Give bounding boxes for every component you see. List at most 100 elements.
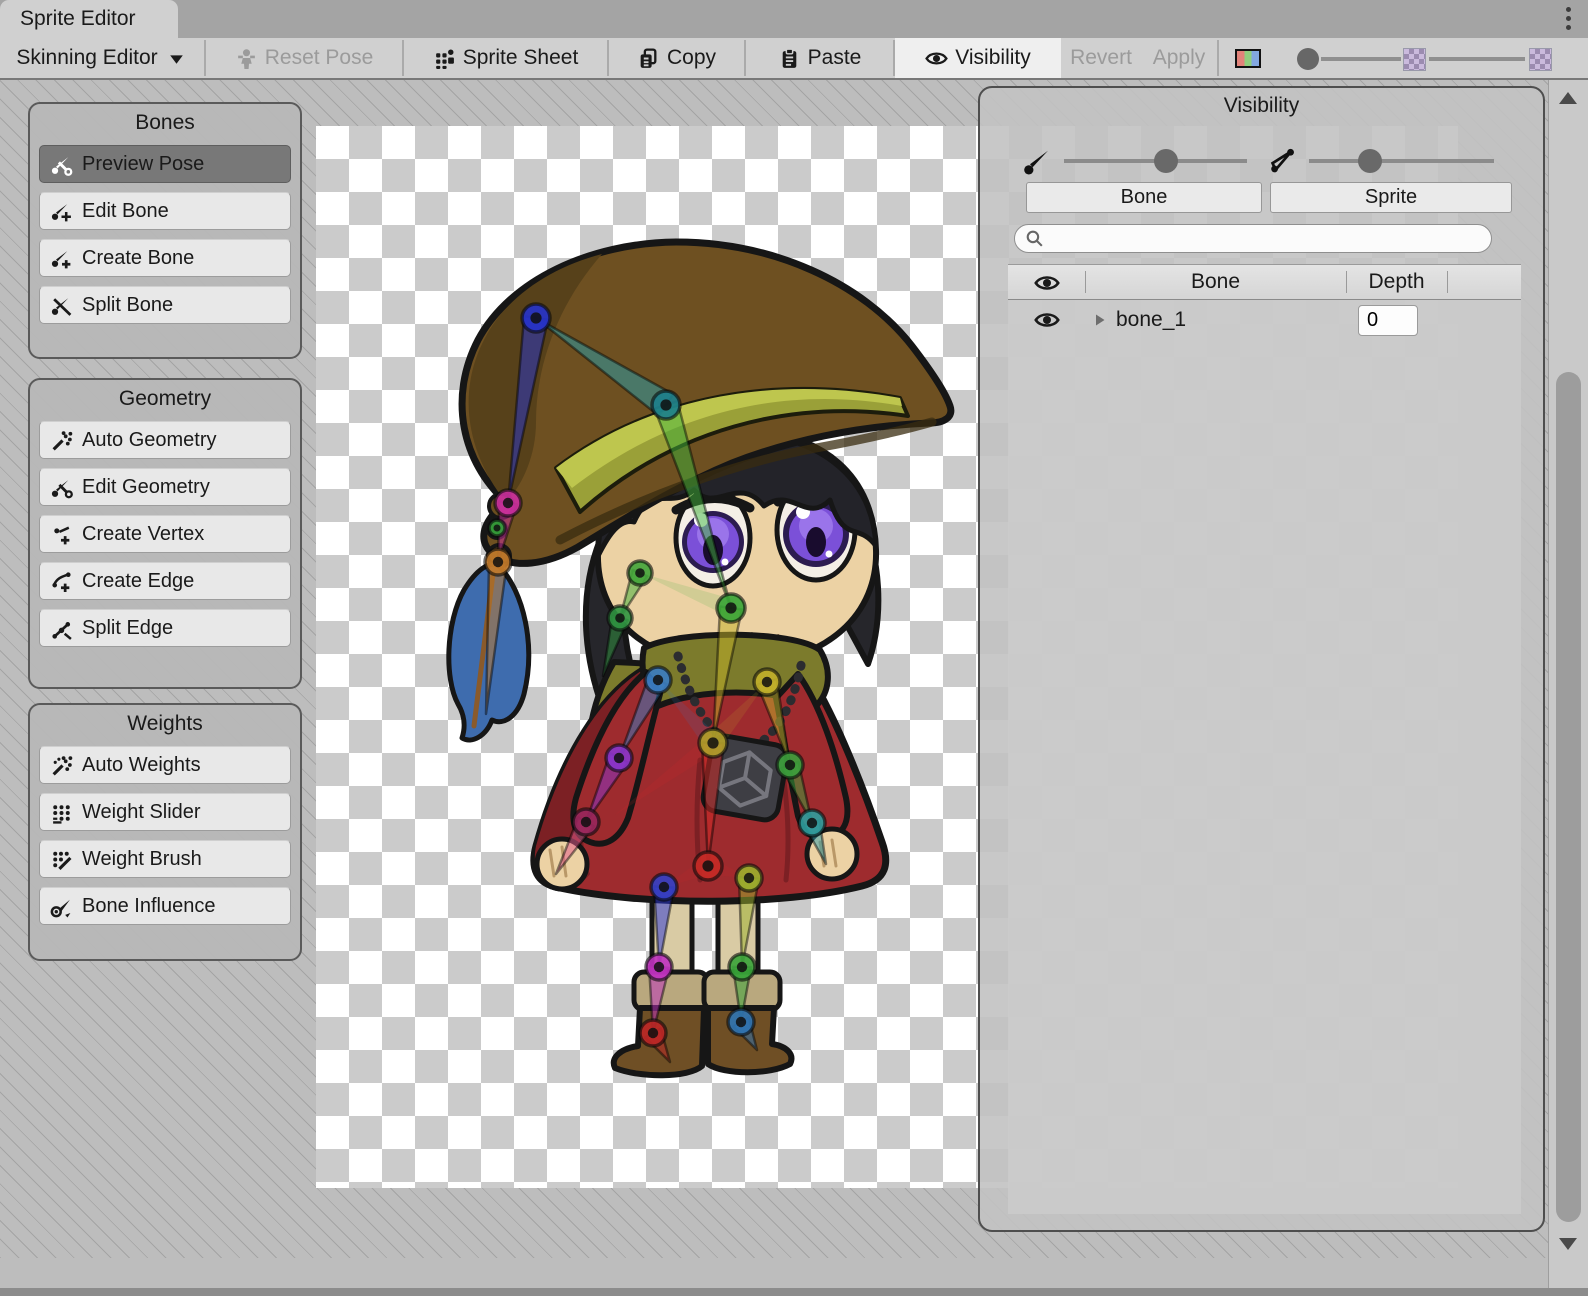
create-bone-icon [50,247,73,270]
bone-influence-button[interactable]: Bone Influence [39,887,291,925]
preview-pose-button[interactable]: Preview Pose [39,145,291,183]
auto-weights-button[interactable]: Auto Weights [39,746,291,784]
button-label: Auto Weights [82,754,201,777]
button-label: Create Edge [82,570,194,593]
color-mode-swatch-wrap [1219,38,1277,78]
bone-visibility-knob[interactable] [1154,149,1178,173]
skinning-editor-dropdown[interactable]: Skinning Editor [0,38,204,78]
tab-strip: Sprite Editor [0,0,1588,38]
tab-bone[interactable]: Bone [1026,182,1262,213]
sprite-sheet-button[interactable]: Sprite Sheet [404,38,607,78]
edit-bone-button[interactable]: Edit Bone [39,192,291,230]
bone-outline-icon [1266,146,1296,176]
paste-button[interactable]: Paste [746,38,893,78]
column-header-depth[interactable]: Depth [1346,265,1447,299]
visibility-panel: Visibility Bone Sprite [978,86,1545,1232]
button-label: Create Bone [82,247,194,270]
button-label: Edit Geometry [82,476,210,499]
slider-line [1429,57,1525,61]
create-vertex-icon [50,523,73,546]
create-edge-icon [50,570,73,593]
copy-icon [637,47,660,70]
table-row-bone-1[interactable]: bone_1 [1008,300,1521,340]
slider-line [1321,57,1401,61]
tab-sprite-editor[interactable]: Sprite Editor [0,0,178,38]
scroll-up-arrow[interactable] [1559,92,1577,104]
paste-icon [778,47,801,70]
button-label: Edit Bone [82,200,169,223]
visibility-button[interactable]: Visibility [895,38,1061,78]
copy-button[interactable]: Copy [609,38,744,78]
sprite-editor-window: Sprite Editor Skinning Editor Reset Pose… [0,0,1588,1296]
bone-table-header: Bone Depth [1008,264,1521,300]
eye-icon [925,47,948,70]
weight-slider-button[interactable]: Weight Slider [39,793,291,831]
weight-brush-button[interactable]: Weight Brush [39,840,291,878]
weights-panel: Weights Auto Weights Weight Slider Weight … [28,703,302,961]
split-edge-icon [50,617,73,640]
split-edge-button[interactable]: Split Edge [39,609,291,647]
search-field[interactable] [1014,224,1492,253]
geometry-panel-title: Geometry [30,380,300,415]
split-bone-button[interactable]: Split Bone [39,286,291,324]
kebab-menu-icon[interactable] [1566,7,1572,33]
create-vertex-button[interactable]: Create Vertex [39,515,291,553]
auto-geometry-button[interactable]: Auto Geometry [39,421,291,459]
split-bone-icon [50,294,73,317]
button-label: Split Bone [82,294,173,317]
apply-button[interactable]: Apply [1141,38,1217,78]
bone-tree: Bone Depth bone_1 [1008,264,1521,1214]
button-label: Weight Brush [82,848,202,871]
weights-panel-title: Weights [30,705,300,740]
vertical-scroll-thumb[interactable] [1556,372,1581,1222]
create-edge-button[interactable]: Create Edge [39,562,291,600]
disclosure-triangle-icon[interactable] [1088,309,1110,331]
auto-weights-icon [50,754,73,777]
tab-sprite[interactable]: Sprite [1270,182,1512,213]
chevron-down-icon [165,47,188,70]
preview-pose-icon [50,153,73,176]
weight-brush-icon [50,848,73,871]
bones-panel: Bones Preview Pose Edit Bone Create Bone Sp… [28,102,302,359]
visibility-panel-title: Visibility [980,88,1543,118]
create-bone-button[interactable]: Create Bone [39,239,291,277]
edit-geometry-icon [50,476,73,499]
visibility-column-eye-icon[interactable] [1034,270,1060,296]
button-label: Weight Slider [82,801,201,824]
scroll-down-arrow[interactable] [1559,1238,1577,1250]
person-icon [235,47,258,70]
edit-geometry-button[interactable]: Edit Geometry [39,468,291,506]
sprite-sheet-icon [433,47,456,70]
button-label: Split Edge [82,617,173,640]
editor-viewport[interactable]: Bones Preview Pose Edit Bone Create Bone Sp… [0,80,1548,1258]
weight-slider-icon [50,801,73,824]
visibility-sliders [980,142,1543,182]
search-input[interactable] [1046,227,1483,250]
reset-pose-button[interactable]: Reset Pose [206,38,402,78]
bone-influence-icon [50,895,73,918]
bone-name: bone_1 [1116,308,1186,332]
opacity-sliders [1277,38,1588,78]
depth-input[interactable] [1359,306,1417,335]
bones-panel-title: Bones [30,104,300,139]
revert-button[interactable]: Revert [1061,38,1141,78]
edit-bone-icon [50,200,73,223]
button-label: Preview Pose [82,153,204,176]
sprite-opacity-icon [1403,48,1426,71]
auto-geometry-icon [50,429,73,452]
row-eye-icon[interactable] [1034,307,1060,333]
toolbar: Skinning Editor Reset Pose Sprite Sheet … [0,38,1588,80]
column-header-bone[interactable]: Bone [1085,265,1346,299]
mesh-visibility-knob[interactable] [1358,149,1382,173]
bone-solid-icon [1022,146,1052,176]
geometry-panel: Geometry Auto Geometry Edit Geometry Creat… [28,378,302,689]
search-icon [1023,227,1046,250]
window-bottom-edge [0,1288,1588,1296]
vertical-scrollbar[interactable] [1548,80,1588,1288]
button-label: Create Vertex [82,523,204,546]
button-label: Bone Influence [82,895,215,918]
slider-line [1309,159,1494,163]
bone-opacity-knob[interactable] [1297,48,1319,70]
texture-opacity-icon [1529,48,1552,71]
color-mode-swatch[interactable] [1235,49,1261,68]
